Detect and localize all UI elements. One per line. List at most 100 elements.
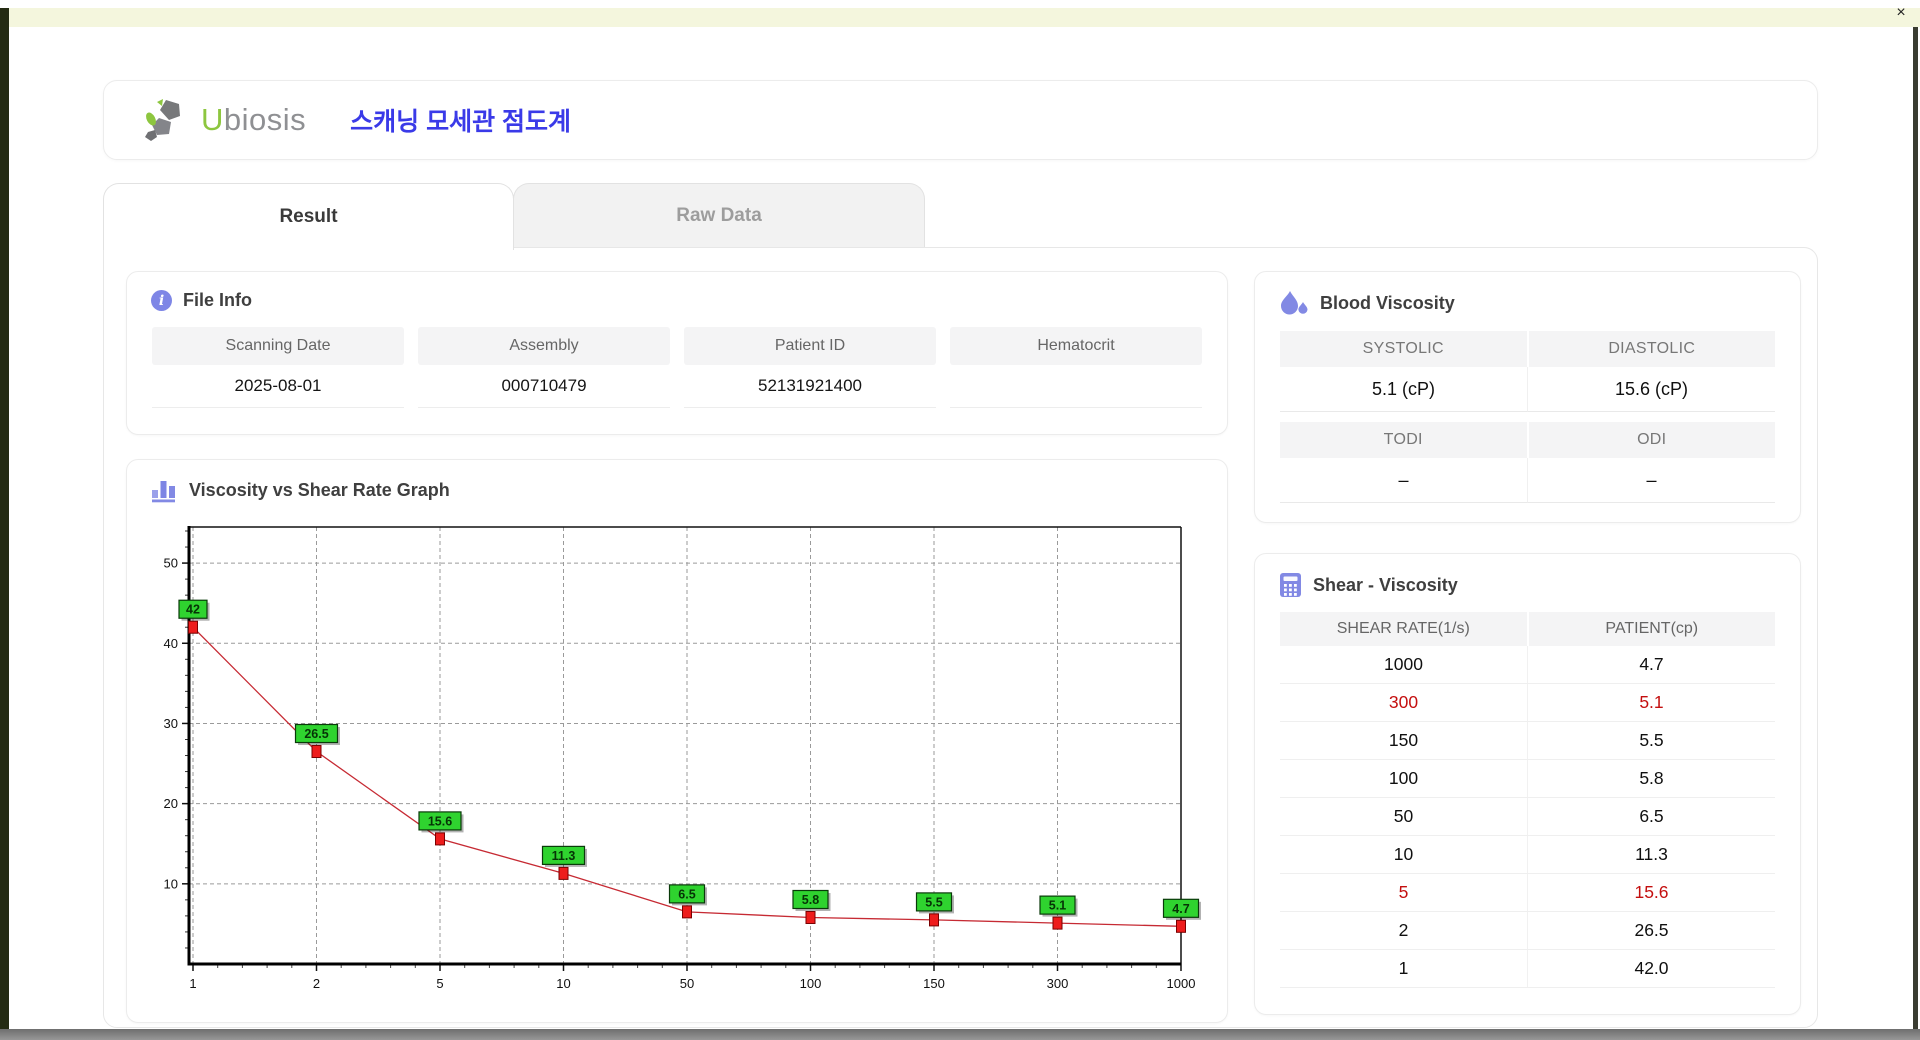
svg-text:26.5: 26.5 [304,727,328,741]
table-row: 1005.8 [1280,760,1775,798]
shear-viscosity-table: SHEAR RATE(1/s) PATIENT(cp) 10004.7 3005… [1280,612,1775,988]
shear-viscosity-card: Shear - Viscosity SHEAR RATE(1/s) PATIEN… [1254,553,1801,1015]
shear-viscosity-title-row: Shear - Viscosity [1255,554,1800,598]
svg-text:300: 300 [1047,976,1069,991]
logo-letter-u: U [201,102,224,137]
blood-viscosity-title-row: Blood Viscosity [1255,272,1800,317]
table-row: 3005.1 [1280,684,1775,722]
svg-text:6.5: 6.5 [678,887,695,901]
todi-value: – [1280,458,1528,503]
file-field-patient-id: Patient ID 52131921400 [684,327,936,408]
patient-cell: 42.0 [1528,950,1775,987]
info-icon: i [151,290,172,311]
shear-rate-cell: 5 [1280,874,1528,911]
svg-text:10: 10 [164,876,178,891]
patient-cell: 4.7 [1528,646,1775,683]
table-row: 10004.7 [1280,646,1775,684]
file-field-assembly: Assembly 000710479 [418,327,670,408]
window-edge-left [0,8,9,1029]
svg-text:40: 40 [164,636,178,651]
svg-text:5.5: 5.5 [925,895,942,909]
svg-text:1: 1 [189,976,196,991]
shear-rate-cell: 50 [1280,798,1528,835]
file-info-title: File Info [183,290,252,311]
viscosity-shear-chart: 10 20 30 40 50 1 2 5 10 50 100 150 300 1000 42 26.5 15.6… [157,520,1201,998]
svg-text:11.3: 11.3 [552,849,576,863]
app-title: 스캐닝 모세관 점도계 [350,102,571,138]
close-icon[interactable]: × [1888,1,1914,25]
file-info-title-row: i File Info [127,272,1227,311]
file-field-scanning-date: Scanning Date 2025-08-01 [152,327,404,408]
svg-text:2: 2 [313,976,320,991]
window-edge-right [1913,27,1918,1029]
blood-viscosity-table: SYSTOLIC DIASTOLIC 5.1 (cP) 15.6 (cP) TO… [1280,331,1775,503]
svg-text:5: 5 [436,976,443,991]
odi-header: ODI [1529,422,1776,458]
svg-text:1000: 1000 [1167,976,1196,991]
logo-letters-biosis: biosis [224,102,306,137]
diastolic-header: DIASTOLIC [1529,331,1776,367]
patient-cell: 5.5 [1528,722,1775,759]
shear-rate-cell: 2 [1280,912,1528,949]
svg-text:30: 30 [164,716,178,731]
table-row: 506.5 [1280,798,1775,836]
patient-cell: 26.5 [1528,912,1775,949]
result-panel: i File Info Scanning Date 2025-08-01 Ass… [103,247,1818,1028]
patient-cell: 15.6 [1528,874,1775,911]
patient-cell: 5.8 [1528,760,1775,797]
window-taskbar [0,1029,1920,1040]
field-label: Scanning Date [152,327,404,365]
svg-text:5.8: 5.8 [802,893,819,907]
shear-rate-cell: 300 [1280,684,1528,721]
table-row: 226.5 [1280,912,1775,950]
shear-rate-column-header: SHEAR RATE(1/s) [1280,612,1527,646]
svg-text:5.1: 5.1 [1049,899,1066,913]
tab-raw-data[interactable]: Raw Data [513,183,925,248]
ubiosis-logo: Ubiosis [142,97,306,143]
svg-text:15.6: 15.6 [428,814,452,828]
droplet-icon [1279,290,1309,317]
shear-rate-cell: 100 [1280,760,1528,797]
tab-result[interactable]: Result [103,183,514,250]
table-row: 1505.5 [1280,722,1775,760]
header: Ubiosis 스캐닝 모세관 점도계 [103,80,1818,160]
graph-title-row: Viscosity vs Shear Rate Graph [127,460,1227,503]
shear-rate-cell: 10 [1280,836,1528,873]
patient-cell: 6.5 [1528,798,1775,835]
field-label: Patient ID [684,327,936,365]
svg-text:100: 100 [800,976,822,991]
window-titlebar [9,8,1920,27]
viscosity-graph-card: Viscosity vs Shear Rate Graph 10 20 30 40 50… [126,459,1228,1023]
svg-text:10: 10 [556,976,570,991]
svg-text:150: 150 [923,976,945,991]
blood-viscosity-title: Blood Viscosity [1320,293,1455,314]
blood-viscosity-card: Blood Viscosity SYSTOLIC DIASTOLIC 5.1 (… [1254,271,1801,523]
todi-header: TODI [1280,422,1527,458]
odi-value: – [1528,458,1775,503]
field-value: 000710479 [418,365,670,408]
patient-cell: 11.3 [1528,836,1775,873]
systolic-value: 5.1 (cP) [1280,367,1528,412]
svg-text:42: 42 [186,603,200,617]
svg-text:4.7: 4.7 [1172,902,1189,916]
systolic-header: SYSTOLIC [1280,331,1527,367]
table-row: 142.0 [1280,950,1775,988]
patient-cell: 5.1 [1528,684,1775,721]
field-value: 52131921400 [684,365,936,408]
logo-text: Ubiosis [201,102,306,138]
shear-rate-cell: 1000 [1280,646,1528,683]
svg-text:50: 50 [680,976,694,991]
graph-title: Viscosity vs Shear Rate Graph [189,480,450,501]
field-label: Assembly [418,327,670,365]
field-value: 2025-08-01 [152,365,404,408]
file-info-grid: Scanning Date 2025-08-01 Assembly 000710… [127,327,1227,408]
calculator-icon [1279,572,1302,598]
svg-text:50: 50 [164,556,178,571]
patient-column-header: PATIENT(cp) [1529,612,1776,646]
field-value [950,365,1202,408]
file-field-hematocrit: Hematocrit [950,327,1202,408]
shear-rate-cell: 150 [1280,722,1528,759]
svg-text:20: 20 [164,796,178,811]
table-row: 515.6 [1280,874,1775,912]
file-info-card: i File Info Scanning Date 2025-08-01 Ass… [126,271,1228,435]
